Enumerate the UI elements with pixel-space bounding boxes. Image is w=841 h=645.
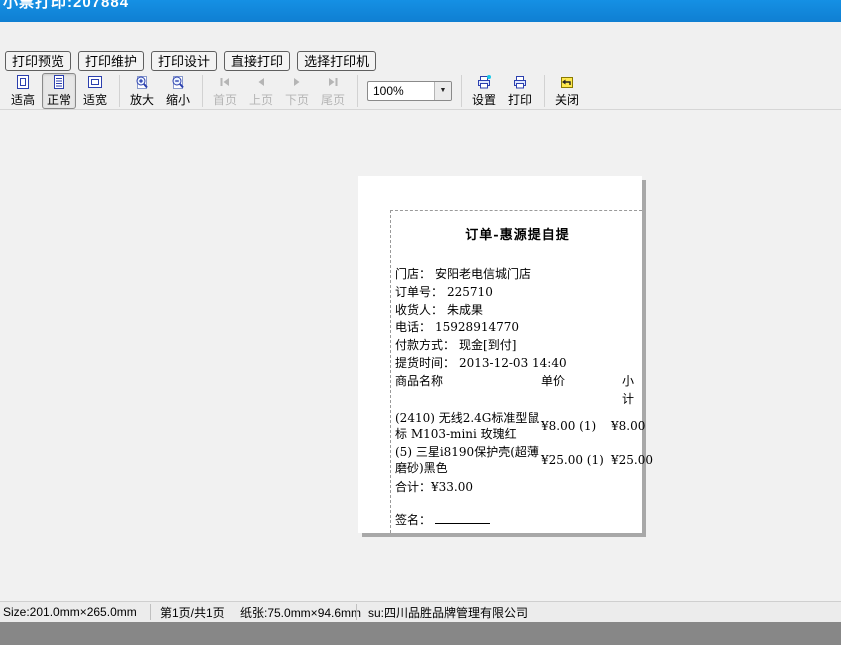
zoom-level-value: 100% <box>368 84 434 98</box>
zoom-out-button[interactable]: 缩小 <box>161 73 195 109</box>
print-margin-guide <box>390 210 391 533</box>
zoom-out-label: 缩小 <box>166 91 190 108</box>
printer-settings-button[interactable]: 设置 <box>467 73 501 109</box>
status-page-count: 第1页/共1页 <box>160 604 225 621</box>
receipt-title: 订单-惠源提自提 <box>395 224 640 243</box>
receipt-table-header: 商品名称 单价 小计 <box>395 373 640 409</box>
item-subtotal: ¥8.00 <box>611 419 649 433</box>
status-design-size: Size:201.0mm×265.0mm <box>3 605 137 619</box>
receipt-field-phone: 电话：15928914770 <box>395 319 640 337</box>
zoom-in-button[interactable]: 放大 <box>125 73 159 109</box>
receipt-field-consignee: 收货人：朱成果 <box>395 302 640 320</box>
receipt-signature: 签名： <box>395 512 640 530</box>
col-header-subtotal: 小计 <box>611 373 640 409</box>
zoom-level-select[interactable]: 100% ▼ <box>367 81 452 101</box>
title-bar: 小票打印:207884 <box>0 0 841 22</box>
fit-width-icon <box>87 74 103 90</box>
receipt-field-payment: 付款方式：现金[到付] <box>395 337 640 355</box>
item-subtotal: ¥25.00 <box>611 453 657 467</box>
zoom-in-icon <box>134 74 150 90</box>
close-icon <box>559 74 575 90</box>
next-page-button[interactable]: 下页 <box>280 73 314 109</box>
receipt-field-store: 门店：安阳老电信城门店 <box>395 266 640 284</box>
first-page-icon <box>217 74 233 90</box>
print-preview-button[interactable]: 打印预览 <box>5 51 71 71</box>
command-toolbar: 打印预览 打印维护 打印设计 直接打印 选择打印机 <box>0 49 841 72</box>
fit-width-button[interactable]: 适宽 <box>78 73 112 109</box>
item-price: ¥25.00 (1) <box>541 453 611 467</box>
receipt-field-pickup-time: 提货时间：2013-12-03 14:40 <box>395 355 640 373</box>
printer-settings-icon <box>476 74 492 90</box>
first-page-button[interactable]: 首页 <box>208 73 242 109</box>
col-header-name: 商品名称 <box>395 373 541 409</box>
last-page-button[interactable]: 尾页 <box>316 73 350 109</box>
prev-page-icon <box>253 74 269 90</box>
receipt-item-row: (5) 三星i8190保护壳(超薄磨砂)黑色 ¥25.00 (1) ¥25.00 <box>395 444 640 476</box>
item-name: (2410) 无线2.4G标准型鼠标 M103-mini 玫瑰红 <box>395 410 541 442</box>
receipt-page: 订单-惠源提自提 门店：安阳老电信城门店 订单号：225710 收货人：朱成果 … <box>358 176 642 533</box>
print-label: 打印 <box>508 91 532 108</box>
print-design-button[interactable]: 打印设计 <box>151 51 217 71</box>
direct-print-button[interactable]: 直接打印 <box>224 51 290 71</box>
status-supplier: su:四川品胜品牌管理有限公司 <box>368 604 528 621</box>
zoom-out-icon <box>170 74 186 90</box>
toolbar-separator <box>461 75 462 107</box>
toolbar-separator <box>119 75 120 107</box>
fit-height-icon <box>15 74 31 90</box>
next-page-label: 下页 <box>285 91 309 108</box>
receipt-field-order-no: 订单号：225710 <box>395 284 640 302</box>
normal-view-icon <box>51 74 67 90</box>
printer-settings-label: 设置 <box>472 91 496 108</box>
status-paper-size: 纸张:75.0mm×94.6mm <box>240 604 361 621</box>
normal-view-label: 正常 <box>47 91 71 108</box>
close-label: 关闭 <box>555 91 579 108</box>
signature-line <box>435 513 490 524</box>
view-toolbar: 适高 正常 适宽 放大 缩小 <box>0 72 841 110</box>
fit-width-label: 适宽 <box>83 91 107 108</box>
last-page-icon <box>325 74 341 90</box>
toolbar-separator <box>357 75 358 107</box>
select-printer-button[interactable]: 选择打印机 <box>297 51 376 71</box>
status-separator <box>150 604 151 620</box>
next-page-icon <box>289 74 305 90</box>
receipt-content: 订单-惠源提自提 门店：安阳老电信城门店 订单号：225710 收货人：朱成果 … <box>395 224 640 530</box>
toolbar-separator <box>202 75 203 107</box>
print-button[interactable]: 打印 <box>503 73 537 109</box>
toolbar-separator <box>544 75 545 107</box>
preview-canvas[interactable]: 订单-惠源提自提 门店：安阳老电信城门店 订单号：225710 收货人：朱成果 … <box>0 110 841 601</box>
status-bar: Size:201.0mm×265.0mm 第1页/共1页 纸张:75.0mm×9… <box>0 601 841 622</box>
receipt-item-row: (2410) 无线2.4G标准型鼠标 M103-mini 玫瑰红 ¥8.00 (… <box>395 410 640 442</box>
print-maintain-button[interactable]: 打印维护 <box>78 51 144 71</box>
status-separator <box>356 604 357 620</box>
fit-height-button[interactable]: 适高 <box>6 73 40 109</box>
fit-height-label: 适高 <box>11 91 35 108</box>
print-icon <box>512 74 528 90</box>
prev-page-button[interactable]: 上页 <box>244 73 278 109</box>
close-button[interactable]: 关闭 <box>550 73 584 109</box>
col-header-price: 单价 <box>541 373 611 409</box>
prev-page-label: 上页 <box>249 91 273 108</box>
window-title: 小票打印:207884 <box>3 0 129 12</box>
item-price: ¥8.00 (1) <box>541 419 611 433</box>
chevron-down-icon[interactable]: ▼ <box>434 82 451 100</box>
first-page-label: 首页 <box>213 91 237 108</box>
print-preview-window: 小票打印:207884 打印预览 打印维护 打印设计 直接打印 选择打印机 适高… <box>0 0 841 645</box>
item-name: (5) 三星i8190保护壳(超薄磨砂)黑色 <box>395 444 541 476</box>
last-page-label: 尾页 <box>321 91 345 108</box>
normal-view-button[interactable]: 正常 <box>42 73 76 109</box>
zoom-in-label: 放大 <box>130 91 154 108</box>
receipt-total: 合计：¥33.00 <box>395 479 640 497</box>
window-bottom-strip <box>0 622 841 645</box>
print-margin-guide <box>390 210 642 211</box>
